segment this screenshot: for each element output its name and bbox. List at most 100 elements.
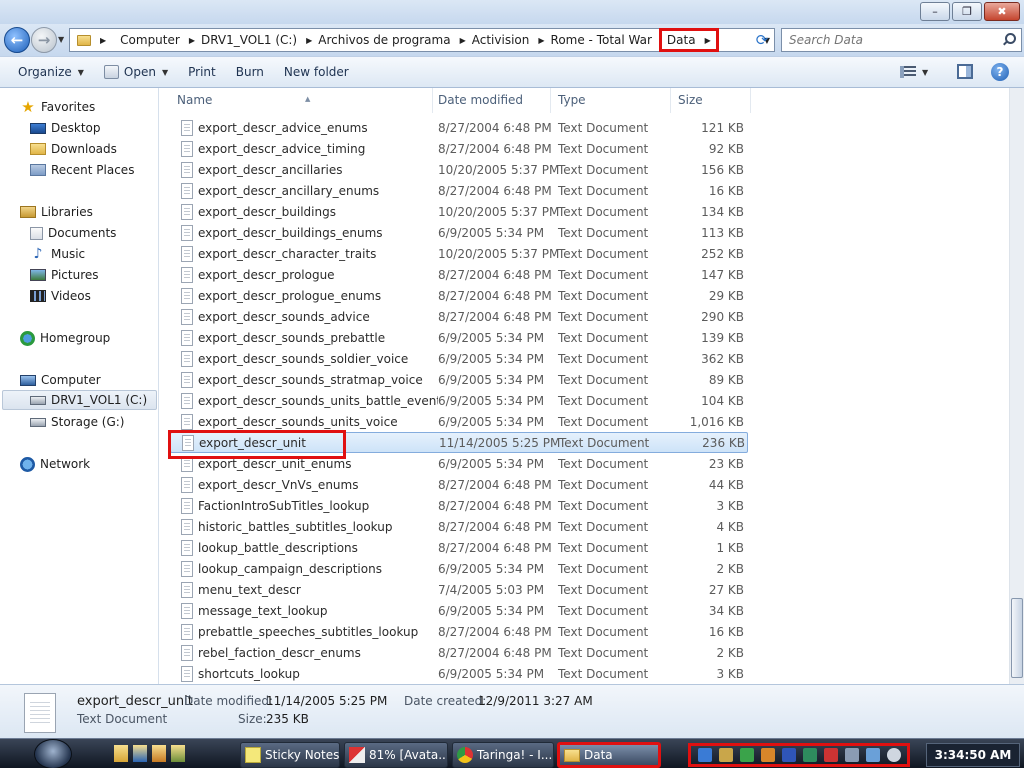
nav-videos[interactable]: Videos bbox=[30, 286, 91, 306]
column-header-date-modified[interactable]: Date modified bbox=[430, 88, 551, 113]
breadcrumb-computer[interactable]: Computer ▶ bbox=[117, 29, 198, 51]
file-row[interactable]: export_descr_advice_enums 8/27/2004 6:48 … bbox=[170, 117, 748, 138]
quicklaunch-explorer-icon[interactable] bbox=[114, 745, 128, 762]
text-file-icon bbox=[181, 581, 193, 598]
file-row[interactable]: export_descr_buildings 10/20/2005 5:37 PM… bbox=[170, 201, 748, 222]
file-row[interactable]: export_descr_buildings_enums 6/9/2005 5:3… bbox=[170, 222, 748, 243]
breadcrumb-root-arrow[interactable]: ▶ bbox=[97, 29, 117, 51]
file-row[interactable]: export_descr_sounds_stratmap_voice 6/9/20… bbox=[170, 369, 748, 390]
quicklaunch-app-icon[interactable] bbox=[171, 745, 185, 762]
file-date-modified: 6/9/2005 5:34 PM bbox=[438, 393, 545, 408]
file-row[interactable]: export_descr_ancillaries 10/20/2005 5:37 … bbox=[170, 159, 748, 180]
file-row[interactable]: export_descr_unit_enums 6/9/2005 5:34 PM T… bbox=[170, 453, 748, 474]
file-row[interactable]: export_descr_advice_timing 8/27/2004 6:48… bbox=[170, 138, 748, 159]
app-tray-icon[interactable] bbox=[823, 748, 838, 762]
nav-pictures[interactable]: Pictures bbox=[30, 265, 99, 285]
taskbar-data-explorer[interactable]: Data bbox=[557, 742, 661, 768]
nav-desktop[interactable]: Desktop bbox=[30, 118, 101, 138]
file-type: Text Document bbox=[558, 645, 649, 660]
taskbar-clock[interactable]: 3:34:50 AM bbox=[926, 743, 1020, 767]
file-row[interactable]: FactionIntroSubTitles_lookup 8/27/2004 6:… bbox=[170, 495, 748, 516]
search-box[interactable] bbox=[781, 28, 1022, 52]
app-tray-icon[interactable] bbox=[781, 748, 796, 762]
forward-button[interactable]: → bbox=[31, 27, 57, 53]
nav-libraries[interactable]: Libraries bbox=[20, 202, 93, 222]
file-row[interactable]: export_descr_sounds_units_battle_events 6… bbox=[170, 390, 748, 411]
nav-downloads[interactable]: Downloads bbox=[30, 139, 117, 159]
taskbar-chrome-taringa[interactable]: Taringa! - I... bbox=[452, 742, 554, 768]
update-tray-icon[interactable] bbox=[739, 748, 754, 762]
taskbar-sticky-notes[interactable]: Sticky Notes bbox=[240, 742, 340, 768]
breadcrumb-drive-c[interactable]: DRV1_VOL1 (C:) ▶ bbox=[198, 29, 315, 51]
refresh-button[interactable]: ⟳ bbox=[750, 28, 774, 52]
file-row[interactable]: shortcuts_lookup 6/9/2005 5:34 PM Text Doc… bbox=[170, 663, 748, 684]
app-tray-icon[interactable] bbox=[844, 748, 859, 762]
file-row[interactable]: export_descr_sounds_soldier_voice 6/9/200… bbox=[170, 348, 748, 369]
file-row[interactable]: export_descr_unit 11/14/2005 5:25 PM Text … bbox=[170, 432, 748, 453]
nav-documents[interactable]: Documents bbox=[30, 223, 116, 243]
back-button[interactable]: ← bbox=[4, 27, 30, 53]
text-file-icon bbox=[181, 182, 193, 199]
file-row[interactable]: menu_text_descr 7/4/2005 5:03 PM Text Docu… bbox=[170, 579, 748, 600]
app-tray-icon[interactable] bbox=[802, 748, 817, 762]
burn-button[interactable]: Burn bbox=[226, 58, 274, 86]
quicklaunch-app-icon[interactable] bbox=[152, 745, 166, 762]
file-name: export_descr_sounds_units_battle_events bbox=[198, 393, 438, 408]
file-row[interactable]: lookup_campaign_descriptions 6/9/2005 5:3… bbox=[170, 558, 748, 579]
app-tray-icon[interactable] bbox=[760, 748, 775, 762]
print-button[interactable]: Print bbox=[178, 58, 226, 86]
file-row[interactable]: export_descr_sounds_units_voice 6/9/2005 … bbox=[170, 411, 748, 432]
breadcrumb-rome-total-war[interactable]: Rome - Total War bbox=[548, 29, 655, 51]
scrollbar-thumb[interactable] bbox=[1011, 598, 1023, 678]
change-view-button[interactable]: ▼ bbox=[900, 63, 942, 81]
breadcrumb-archivos-de-programa[interactable]: Archivos de programa ▶ bbox=[315, 29, 468, 51]
maximize-button[interactable]: ❐ bbox=[952, 2, 982, 21]
file-row[interactable]: export_descr_VnVs_enums 8/27/2004 6:48 PM… bbox=[170, 474, 748, 495]
start-button[interactable] bbox=[34, 739, 72, 768]
column-header-name[interactable]: Name ▲ bbox=[169, 88, 433, 113]
nav-homegroup[interactable]: Homegroup bbox=[20, 328, 110, 348]
close-button[interactable]: ✖ bbox=[984, 2, 1020, 21]
app-tray-icon[interactable] bbox=[865, 748, 880, 762]
breadcrumb-activision[interactable]: Activision ▶ bbox=[469, 29, 548, 51]
file-row[interactable]: rebel_faction_descr_enums 8/27/2004 6:48 … bbox=[170, 642, 748, 663]
vertical-scrollbar[interactable] bbox=[1009, 88, 1024, 684]
taskbar-avatar-download[interactable]: 81% [Avata... bbox=[344, 742, 448, 768]
file-row[interactable]: message_text_lookup 6/9/2005 5:34 PM Text … bbox=[170, 600, 748, 621]
file-row[interactable]: lookup_battle_descriptions 8/27/2004 6:48… bbox=[170, 537, 748, 558]
search-icon[interactable] bbox=[1003, 33, 1016, 45]
recent-pages-dropdown[interactable]: ▼ bbox=[58, 35, 64, 44]
file-row[interactable]: export_descr_prologue 8/27/2004 6:48 PM Te… bbox=[170, 264, 748, 285]
column-header-type[interactable]: Type bbox=[550, 88, 671, 113]
column-header-size[interactable]: Size bbox=[670, 88, 751, 113]
file-list: Name ▲ Date modified Type Size export_des… bbox=[160, 88, 1009, 684]
file-row[interactable]: prebattle_speeches_subtitles_lookup 8/27/… bbox=[170, 621, 748, 642]
open-button[interactable]: Open ▼ bbox=[94, 58, 178, 86]
file-type: Text Document bbox=[558, 204, 649, 219]
file-row[interactable]: export_descr_sounds_advice 8/27/2004 6:48… bbox=[170, 306, 748, 327]
nav-drive-c[interactable]: DRV1_VOL1 (C:) bbox=[2, 390, 157, 410]
nav-recent-places[interactable]: Recent Places bbox=[30, 160, 134, 180]
organize-button[interactable]: Organize ▼ bbox=[0, 58, 94, 86]
minimize-button[interactable]: – bbox=[920, 2, 950, 21]
file-row[interactable]: historic_battles_subtitles_lookup 8/27/20… bbox=[170, 516, 748, 537]
nav-drive-g[interactable]: Storage (G:) bbox=[30, 412, 124, 432]
nav-network[interactable]: Network bbox=[20, 454, 90, 474]
file-row[interactable]: export_descr_prologue_enums 8/27/2004 6:4… bbox=[170, 285, 748, 306]
preview-pane-button[interactable] bbox=[957, 64, 973, 79]
nav-computer[interactable]: Computer bbox=[20, 370, 101, 390]
quicklaunch-app-icon[interactable] bbox=[133, 745, 147, 762]
volume-icon[interactable] bbox=[886, 748, 901, 762]
file-row[interactable]: export_descr_sounds_prebattle 6/9/2005 5:… bbox=[170, 327, 748, 348]
breadcrumb-data[interactable]: Data ▶ bbox=[658, 28, 719, 52]
new-folder-button[interactable]: New folder bbox=[274, 58, 359, 86]
nav-favorites[interactable]: ★ Favorites bbox=[20, 97, 95, 117]
network-tray-icon[interactable] bbox=[697, 748, 712, 762]
address-bar[interactable]: ▶ Computer ▶ DRV1_VOL1 (C:) ▶ Archivos de … bbox=[69, 28, 775, 52]
nav-music[interactable]: ♪ Music bbox=[30, 244, 86, 264]
shield-tray-icon[interactable] bbox=[718, 748, 733, 762]
file-row[interactable]: export_descr_character_traits 10/20/2005 … bbox=[170, 243, 748, 264]
file-row[interactable]: export_descr_ancillary_enums 8/27/2004 6:… bbox=[170, 180, 748, 201]
help-button[interactable]: ? bbox=[991, 63, 1009, 81]
search-input[interactable] bbox=[789, 33, 999, 47]
